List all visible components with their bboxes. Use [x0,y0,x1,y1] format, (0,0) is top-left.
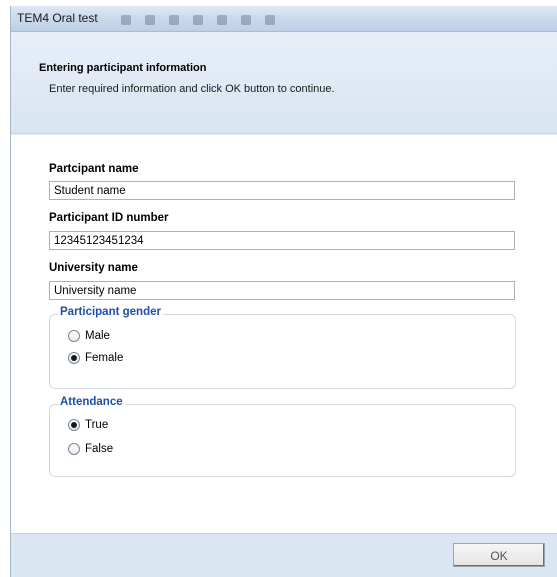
university-name-input[interactable] [49,281,515,300]
university-name-label: University name [49,262,138,274]
participant-id-input[interactable] [49,231,515,250]
dialog-heading: Entering participant information [39,62,207,74]
ghost-icon [217,15,227,25]
ghost-icon [145,15,155,25]
dialog-window: TEM4 Oral test Entering participant info… [10,6,557,577]
male-label: Male [85,330,110,342]
dialog-header: Entering participant information Enter r… [11,32,557,134]
true-label: True [85,419,109,431]
ok-button[interactable]: OK [453,543,545,567]
false-label: False [85,443,114,455]
participant-name-label: Partcipant name [49,163,139,175]
ghost-icon [241,15,251,25]
gender-option-female[interactable]: Female [68,352,123,364]
dialog-instructions: Enter required information and click OK … [49,83,335,95]
participant-id-label: Participant ID number [49,212,169,224]
page: TEM4 Oral test Entering participant info… [0,0,557,577]
participant-gender-legend: Participant gender [58,306,163,318]
female-label: Female [85,352,124,364]
participant-name-input[interactable] [49,181,515,200]
attendance-option-true[interactable]: True [68,419,108,431]
attendance-legend: Attendance [58,396,125,408]
attendance-group: Attendance True False [49,396,516,477]
background-toolbar-ghost [121,12,421,28]
ghost-icon [169,15,179,25]
false-radio[interactable] [68,443,80,455]
true-radio[interactable] [68,419,80,431]
ghost-icon [193,15,203,25]
window-title: TEM4 Oral test [17,11,98,25]
title-bar[interactable]: TEM4 Oral test [11,6,557,32]
gender-option-male[interactable]: Male [68,330,110,342]
male-radio[interactable] [68,330,80,342]
form-panel: Partcipant name Participant ID number Un… [11,134,557,533]
dialog-footer: OK [11,533,557,577]
ghost-icon [121,15,131,25]
participant-gender-group: Participant gender Male Female [49,306,516,389]
ghost-icon [265,15,275,25]
female-radio[interactable] [68,352,80,364]
attendance-option-false[interactable]: False [68,443,113,455]
